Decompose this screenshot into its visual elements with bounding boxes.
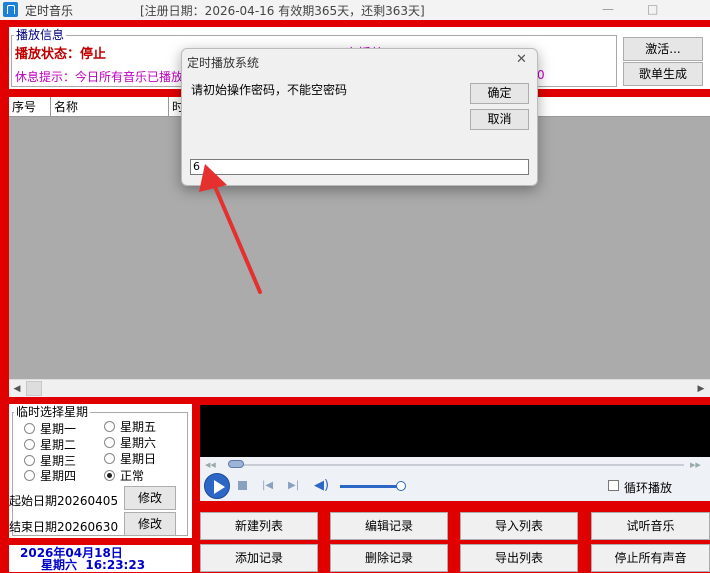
radio-friday[interactable]: 星期五 — [104, 420, 156, 435]
add-record-button[interactable]: 添加记录 — [200, 544, 318, 572]
radio-monday[interactable]: 星期一 — [24, 422, 76, 437]
new-list-button[interactable]: 新建列表 — [200, 512, 318, 540]
player-controls: ◀◀ ▶▶ |◀ ▶| ◀) 循环播放 — [200, 457, 710, 501]
scroll-thumb[interactable] — [26, 381, 42, 396]
radio-tuesday[interactable]: 星期二 — [24, 438, 76, 453]
play-button-icon[interactable] — [204, 473, 230, 499]
radio-circle-icon[interactable] — [104, 453, 115, 464]
stop-icon[interactable] — [238, 481, 247, 490]
close-icon[interactable]: ✕ — [516, 52, 527, 67]
stop-all-sound-button[interactable]: 停止所有声音 — [591, 544, 710, 572]
registration-info: [注册日期：2026-04-16 有效期365天，还剩363天] — [140, 4, 425, 18]
try-music-button[interactable]: 试听音乐 — [591, 512, 710, 540]
seek-back-icon: ◀◀ — [205, 461, 216, 469]
radio-circle-icon[interactable] — [104, 437, 115, 448]
start-date: 起始日期20260405 — [9, 494, 119, 508]
weekday-group-label: 临时选择星期 — [14, 405, 91, 419]
radio-circle-icon[interactable] — [24, 470, 35, 481]
video-area[interactable] — [200, 405, 710, 457]
loop-checkbox[interactable] — [608, 480, 619, 491]
previous-icon[interactable]: |◀ — [262, 480, 273, 491]
column-header-name[interactable]: 名称 — [51, 97, 169, 117]
delete-record-button[interactable]: 删除记录 — [330, 544, 448, 572]
maximize-icon[interactable]: □ — [647, 2, 658, 16]
hint-tail: 0 — [537, 68, 545, 82]
end-date: 结束日期20260630 — [9, 520, 119, 534]
modify-end-date-button[interactable]: 修改 — [124, 512, 176, 536]
radio-circle-icon[interactable] — [24, 439, 35, 450]
scroll-right-icon[interactable]: ▶ — [693, 381, 709, 397]
horizontal-scrollbar[interactable]: ◀ ▶ — [9, 379, 710, 397]
cancel-button[interactable]: 取消 — [470, 109, 529, 130]
weekday-panel: 临时选择星期 星期一 星期五 星期二 星期六 星期三 星期日 星期四 正常 起始… — [9, 404, 192, 538]
radio-normal[interactable]: 正常 — [104, 469, 144, 484]
radio-wednesday[interactable]: 星期三 — [24, 454, 76, 469]
loop-label: 循环播放 — [624, 481, 673, 495]
volume-icon[interactable]: ◀) — [314, 478, 329, 493]
password-input[interactable]: 6 — [190, 159, 529, 175]
next-icon[interactable]: ▶| — [288, 480, 299, 491]
radio-checked-icon[interactable] — [104, 470, 115, 481]
seek-thumb[interactable] — [228, 460, 244, 468]
radio-sunday[interactable]: 星期日 — [104, 452, 156, 467]
radio-thursday[interactable]: 星期四 — [24, 469, 76, 484]
playback-status: 播放状态：停止 — [15, 47, 107, 62]
volume-thumb[interactable] — [396, 481, 406, 491]
minimize-icon[interactable]: — — [602, 2, 614, 16]
modify-start-date-button[interactable]: 修改 — [124, 486, 176, 510]
seek-track[interactable] — [230, 464, 684, 466]
ok-button[interactable]: 确定 — [470, 83, 529, 104]
radio-circle-icon[interactable] — [24, 455, 35, 466]
radio-circle-icon[interactable] — [24, 423, 35, 434]
export-list-button[interactable]: 导出列表 — [460, 544, 578, 572]
scroll-left-icon[interactable]: ◀ — [9, 381, 25, 397]
seek-forward-icon: ▶▶ — [690, 461, 701, 469]
radio-saturday[interactable]: 星期六 — [104, 436, 156, 451]
app-icon — [3, 2, 18, 17]
password-dialog: 定时播放系统 ✕ 请初始操作密码，不能空密码 确定 取消 6 — [181, 48, 538, 186]
playback-group-label: 播放信息 — [14, 28, 67, 42]
clock-time: 星期六 16:23:23 — [41, 558, 146, 572]
radio-circle-icon[interactable] — [104, 421, 115, 432]
clock-panel: 2026年04月18日 星期六 16:23:23 — [9, 545, 192, 572]
activate-button[interactable]: 激活... — [623, 37, 703, 61]
playlist-generate-button[interactable]: 歌单生成 — [623, 62, 703, 86]
import-list-button[interactable]: 导入列表 — [460, 512, 578, 540]
dialog-message: 请初始操作密码，不能空密码 — [191, 83, 348, 97]
window-title: 定时音乐 — [25, 4, 74, 18]
edit-record-button[interactable]: 编辑记录 — [330, 512, 448, 540]
dialog-title: 定时播放系统 — [187, 56, 260, 70]
column-header-index[interactable]: 序号 — [9, 97, 51, 117]
title-bar: 定时音乐 [注册日期：2026-04-16 有效期365天，还剩363天] — … — [0, 0, 710, 20]
rest-hint: 休息提示：今日所有音乐已播放 — [15, 70, 184, 84]
